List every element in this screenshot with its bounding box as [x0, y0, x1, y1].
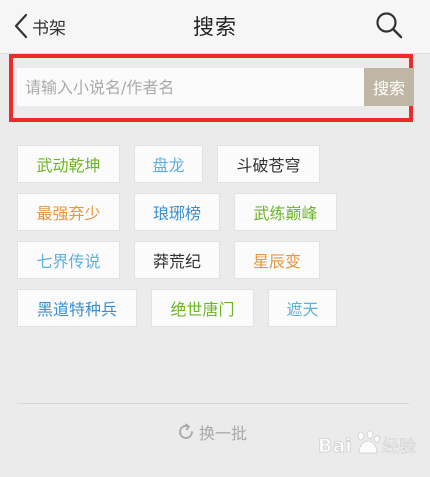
search-input[interactable] — [17, 68, 364, 106]
hot-tag[interactable]: 斗破苍穹 — [217, 145, 320, 183]
svg-text:Bai: Bai — [318, 435, 352, 457]
hot-tag[interactable]: 星辰变 — [234, 241, 320, 279]
hot-tag[interactable]: 武动乾坤 — [17, 145, 120, 183]
search-icon[interactable] — [374, 10, 404, 44]
hot-tag[interactable]: 七界传说 — [17, 241, 120, 279]
refresh-icon — [179, 423, 193, 439]
refresh-label: 换一批 — [199, 424, 248, 443]
top-navigation-bar: 书架 搜索 — [0, 0, 430, 54]
hot-tag[interactable]: 最强弃少 — [17, 193, 120, 231]
hot-tag[interactable]: 武练巅峰 — [234, 193, 337, 231]
hot-tag[interactable]: 莽荒纪 — [134, 241, 220, 279]
refresh-batch-button[interactable]: 换一批 — [176, 420, 247, 444]
divider — [17, 403, 409, 404]
hot-tag[interactable]: 黑道特种兵 — [17, 289, 137, 327]
search-button[interactable]: 搜索 — [364, 68, 414, 106]
hot-tag[interactable]: 绝世唐门 — [151, 289, 254, 327]
hot-tag[interactable]: 琅琊榜 — [134, 193, 220, 231]
page-title: 搜索 — [193, 15, 237, 39]
baidu-jingyan-watermark: Bai 经验 — [318, 425, 424, 465]
svg-text:经验: 经验 — [382, 437, 416, 457]
hot-tag[interactable]: 遮天 — [268, 289, 337, 327]
hot-tag[interactable]: 盘龙 — [134, 145, 203, 183]
